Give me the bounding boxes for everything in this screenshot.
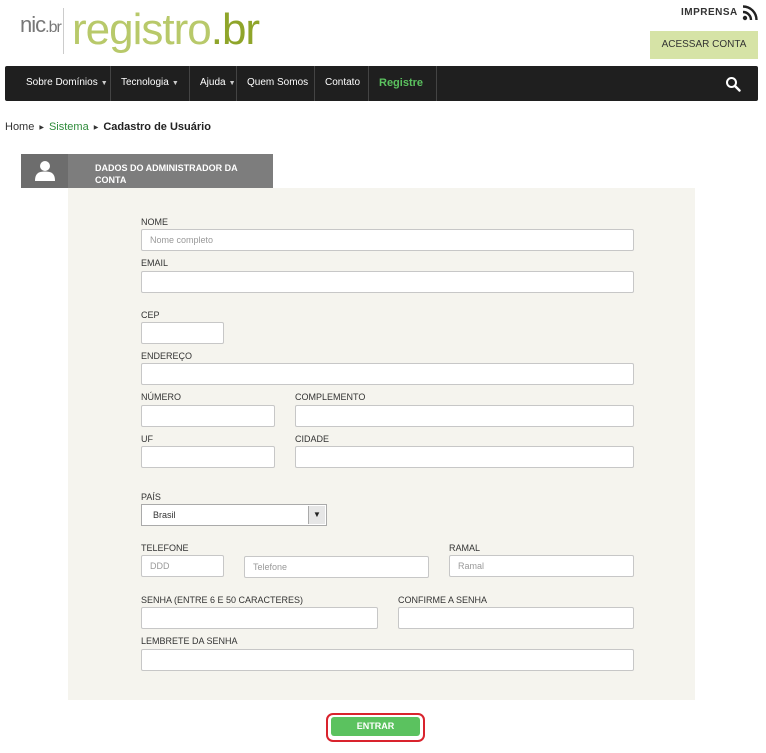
- acessar-conta-button[interactable]: ACESSAR CONTA: [650, 31, 758, 59]
- caret-down-icon: ▼: [171, 80, 179, 87]
- imprensa-link[interactable]: IMPRENSA: [681, 7, 738, 18]
- complemento-input[interactable]: [295, 405, 634, 427]
- uf-input[interactable]: [141, 446, 275, 468]
- nav-registre[interactable]: Registre: [369, 66, 437, 101]
- logo-registro-text: registro: [72, 5, 212, 54]
- numero-label: NÚMERO: [141, 392, 181, 402]
- endereco-input[interactable]: [141, 363, 634, 385]
- nav-label: Quem Somos: [247, 77, 309, 88]
- main-nav: Sobre Domínios ▼ Tecnologia ▼ Ajuda ▼ Quem …: [5, 66, 758, 101]
- logo-registro[interactable]: registro.br: [72, 4, 260, 56]
- cidade-label: CIDADE: [295, 434, 330, 444]
- nav-contato[interactable]: Contato: [315, 66, 369, 101]
- lembrete-label: LEMBRETE DA SENHA: [141, 636, 238, 646]
- nav-label: Registre: [379, 77, 424, 89]
- senha-input[interactable]: [141, 607, 378, 629]
- nav-tecnologia[interactable]: Tecnologia ▼: [111, 66, 190, 101]
- logo-nic-br: .br: [45, 19, 62, 36]
- caret-down-icon: ▼: [228, 80, 236, 87]
- breadcrumb-home[interactable]: Home: [5, 121, 34, 133]
- endereco-label: ENDEREÇO: [141, 351, 193, 361]
- email-label: EMAIL: [141, 258, 169, 268]
- search-icon[interactable]: [725, 76, 741, 92]
- telefone-label: TELEFONE: [141, 543, 189, 553]
- ddd-input[interactable]: [141, 555, 224, 577]
- nav-ajuda[interactable]: Ajuda ▼: [190, 66, 237, 101]
- complemento-label: COMPLEMENTO: [295, 392, 366, 402]
- logo-registro-br: .br: [210, 5, 260, 54]
- lembrete-input[interactable]: [141, 649, 634, 671]
- nome-input[interactable]: [141, 229, 634, 251]
- uf-label: UF: [141, 434, 153, 444]
- nav-label: Tecnologia: [121, 77, 169, 88]
- logo-nic-text: nic: [20, 12, 46, 37]
- breadcrumb-sistema[interactable]: Sistema: [49, 121, 89, 133]
- confirme-senha-input[interactable]: [398, 607, 634, 629]
- rss-icon[interactable]: [742, 5, 758, 21]
- logo-nic[interactable]: nic.br: [20, 12, 62, 38]
- senha-label: SENHA (ENTRE 6 E 50 CARACTERES): [141, 595, 304, 605]
- user-icon: [35, 161, 55, 181]
- cep-input[interactable]: [141, 322, 224, 344]
- confirme-senha-label: CONFIRME A SENHA: [398, 595, 488, 605]
- telefone-input[interactable]: [244, 556, 429, 578]
- cep-label: CEP: [141, 310, 160, 320]
- nav-label: Sobre Domínios: [26, 77, 98, 88]
- pais-selected-value: Brasil: [153, 510, 176, 520]
- nav-quem-somos[interactable]: Quem Somos: [237, 66, 315, 101]
- pais-label: PAÍS: [141, 492, 161, 502]
- nome-label: NOME: [141, 217, 168, 227]
- ramal-label: RAMAL: [449, 543, 481, 553]
- breadcrumb-arrow-icon: ▶: [93, 125, 99, 131]
- cidade-input[interactable]: [295, 446, 634, 468]
- nav-label: Ajuda: [200, 77, 226, 88]
- email-input[interactable]: [141, 271, 634, 293]
- breadcrumb-current: Cadastro de Usuário: [103, 121, 211, 133]
- caret-down-icon: ▼: [100, 80, 108, 87]
- ramal-input[interactable]: [449, 555, 634, 577]
- numero-input[interactable]: [141, 405, 275, 427]
- section-title: DADOS DO ADMINISTRADOR DA CONTA: [95, 163, 238, 185]
- logo-divider: [63, 8, 64, 54]
- breadcrumb: Home ▶ Sistema ▶ Cadastro de Usuário: [5, 121, 211, 133]
- nav-sobre-dominios[interactable]: Sobre Domínios ▼: [5, 66, 111, 101]
- breadcrumb-arrow-icon: ▶: [39, 125, 44, 131]
- entrar-button[interactable]: ENTRAR: [331, 717, 420, 736]
- chevron-down-icon[interactable]: ▼: [308, 506, 325, 524]
- nav-label: Contato: [325, 77, 361, 88]
- pais-select[interactable]: Brasil ▼: [141, 504, 327, 526]
